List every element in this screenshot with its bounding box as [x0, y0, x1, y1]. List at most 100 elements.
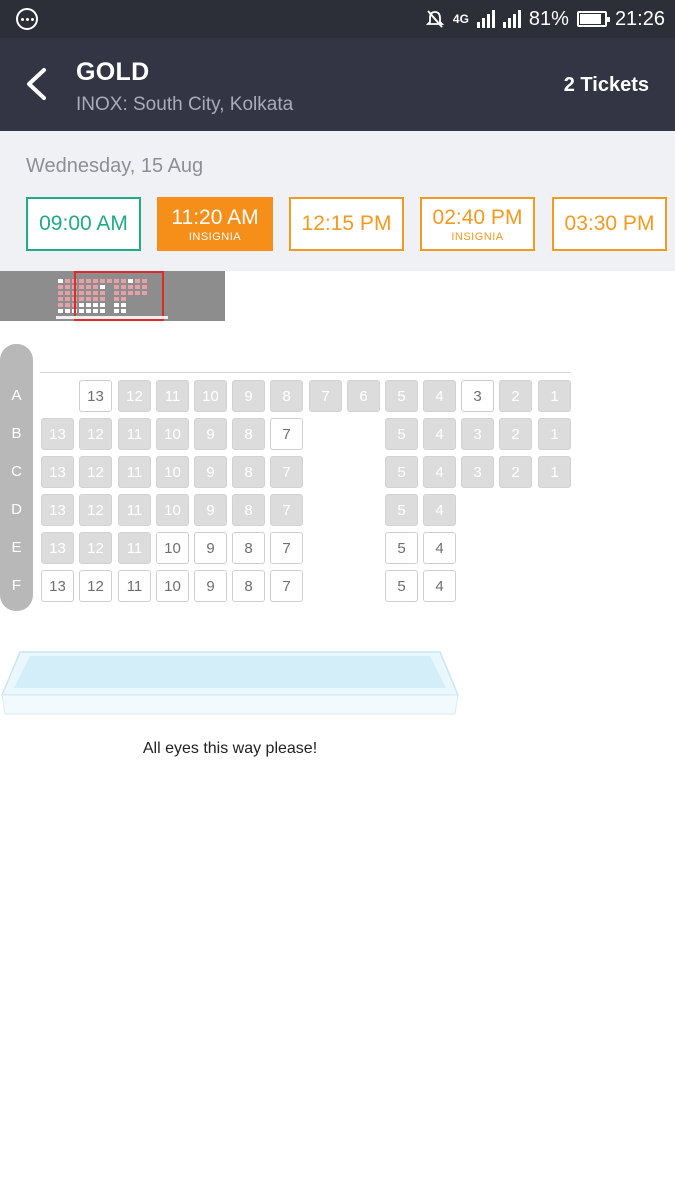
row-labels: A B C D E F — [0, 344, 33, 611]
seat-unavailable: 8 — [270, 380, 303, 412]
seat-unavailable: 7 — [270, 456, 303, 488]
seat-unavailable: 5 — [385, 456, 418, 488]
back-arrow-icon[interactable] — [22, 66, 52, 102]
showtime-button[interactable]: 11:20 AM INSIGNIA — [157, 197, 273, 251]
signal-icon — [476, 10, 495, 28]
seat-unavailable: 8 — [232, 418, 265, 450]
seat-available[interactable]: 10 — [156, 532, 189, 564]
seat-available[interactable]: 5 — [385, 570, 418, 602]
seat-minimap[interactable] — [0, 271, 225, 321]
seat-unavailable: 7 — [270, 494, 303, 526]
showtime-bar: Wednesday, 15 Aug 09:00 AM 11:20 AM INSIGN… — [0, 131, 675, 271]
seat-unavailable: 10 — [156, 418, 189, 450]
seat-available[interactable]: 8 — [232, 570, 265, 602]
seat-unavailable: 5 — [385, 380, 418, 412]
seat-available[interactable]: 7 — [270, 418, 303, 450]
seat-unavailable: 11 — [118, 418, 151, 450]
seat-unavailable: 12 — [79, 494, 112, 526]
showtime-time: 12:15 PM — [301, 212, 392, 235]
show-date: Wednesday, 15 Aug — [26, 155, 204, 177]
showtime-time: 09:00 AM — [39, 212, 128, 235]
status-bar: 4G 81% 21:26 — [0, 0, 675, 38]
seat-unavailable: 5 — [385, 418, 418, 450]
minimap-seat — [65, 297, 70, 301]
seat-available[interactable]: 4 — [423, 532, 456, 564]
minimap-seat — [65, 309, 70, 313]
seat-unavailable: 9 — [194, 456, 227, 488]
minimap-seat — [65, 291, 70, 295]
seat-unavailable: 11 — [118, 532, 151, 564]
showtime-button[interactable]: 03:30 PM — [552, 197, 667, 251]
minimap-seat — [58, 303, 63, 307]
seat-available[interactable]: 5 — [385, 532, 418, 564]
seat-available[interactable]: 9 — [194, 532, 227, 564]
seat-unavailable: 13 — [41, 532, 74, 564]
seat-available[interactable]: 12 — [79, 570, 112, 602]
seat-unavailable: 8 — [232, 456, 265, 488]
mute-icon — [425, 10, 445, 28]
seat-unavailable: 11 — [156, 380, 189, 412]
minimap-seat — [58, 297, 63, 301]
seat-available[interactable]: 3 — [461, 380, 494, 412]
seat-unavailable: 1 — [538, 380, 571, 412]
seat-unavailable: 3 — [461, 418, 494, 450]
row-label: B — [11, 425, 22, 442]
network-type: 4G — [452, 12, 469, 26]
seat-unavailable: 8 — [232, 494, 265, 526]
minimap-seat — [58, 309, 63, 313]
seat-unavailable: 10 — [156, 456, 189, 488]
seat-unavailable: 7 — [309, 380, 342, 412]
showtime-button[interactable]: 09:00 AM — [26, 197, 141, 251]
venue-subtitle: INOX: South City, Kolkata — [76, 94, 294, 115]
minimap-seat — [58, 291, 63, 295]
seat-unavailable: 11 — [118, 456, 151, 488]
app-bar: GOLD INOX: South City, Kolkata 2 Tickets — [0, 38, 675, 131]
signal-icon-2 — [502, 10, 521, 28]
minimap-seat — [65, 279, 70, 283]
seat-unavailable: 4 — [423, 456, 456, 488]
seat-available[interactable]: 10 — [156, 570, 189, 602]
tickets-count-button[interactable]: 2 Tickets — [564, 74, 649, 97]
showtime-time: 03:30 PM — [564, 212, 655, 235]
seat-available[interactable]: 11 — [118, 570, 151, 602]
seat-available[interactable]: 4 — [423, 570, 456, 602]
page-title: GOLD — [76, 58, 150, 86]
seat-available[interactable]: 9 — [194, 570, 227, 602]
battery-percent: 81% — [528, 7, 569, 30]
seat-unavailable: 12 — [79, 532, 112, 564]
seat-unavailable: 2 — [499, 418, 532, 450]
status-icons: 4G 81% 21:26 — [425, 6, 665, 32]
seat-unavailable: 6 — [347, 380, 380, 412]
row-label: D — [11, 501, 22, 518]
notification-icon — [16, 8, 38, 30]
seat-unavailable: 9 — [194, 418, 227, 450]
row-label: A — [11, 387, 22, 404]
row-label: F — [11, 577, 22, 594]
row-label: E — [11, 539, 22, 556]
showtime-time: 02:40 PM — [432, 205, 523, 229]
seat-unavailable: 11 — [118, 494, 151, 526]
minimap-viewport[interactable] — [74, 271, 164, 321]
seat-available[interactable]: 13 — [79, 380, 112, 412]
seat-available[interactable]: 13 — [41, 570, 74, 602]
minimap-seat — [58, 285, 63, 289]
seat-unavailable: 13 — [41, 418, 74, 450]
minimap-seat — [65, 285, 70, 289]
seat-unavailable: 2 — [499, 456, 532, 488]
showtime-button[interactable]: 02:40 PM INSIGNIA — [420, 197, 535, 251]
seat-unavailable: 12 — [79, 418, 112, 450]
seat-divider — [40, 372, 571, 373]
clock: 21:26 — [614, 7, 665, 30]
seat-unavailable: 10 — [194, 380, 227, 412]
seat-unavailable: 13 — [41, 494, 74, 526]
battery-icon — [576, 11, 610, 27]
showtime-format-tag: INSIGNIA — [188, 230, 242, 243]
seat-available[interactable]: 7 — [270, 570, 303, 602]
seat-unavailable: 9 — [194, 494, 227, 526]
row-label: C — [11, 463, 22, 480]
seat-available[interactable]: 7 — [270, 532, 303, 564]
seat-unavailable: 9 — [232, 380, 265, 412]
minimap-seat — [58, 279, 63, 283]
showtime-button[interactable]: 12:15 PM — [289, 197, 404, 251]
seat-available[interactable]: 8 — [232, 532, 265, 564]
